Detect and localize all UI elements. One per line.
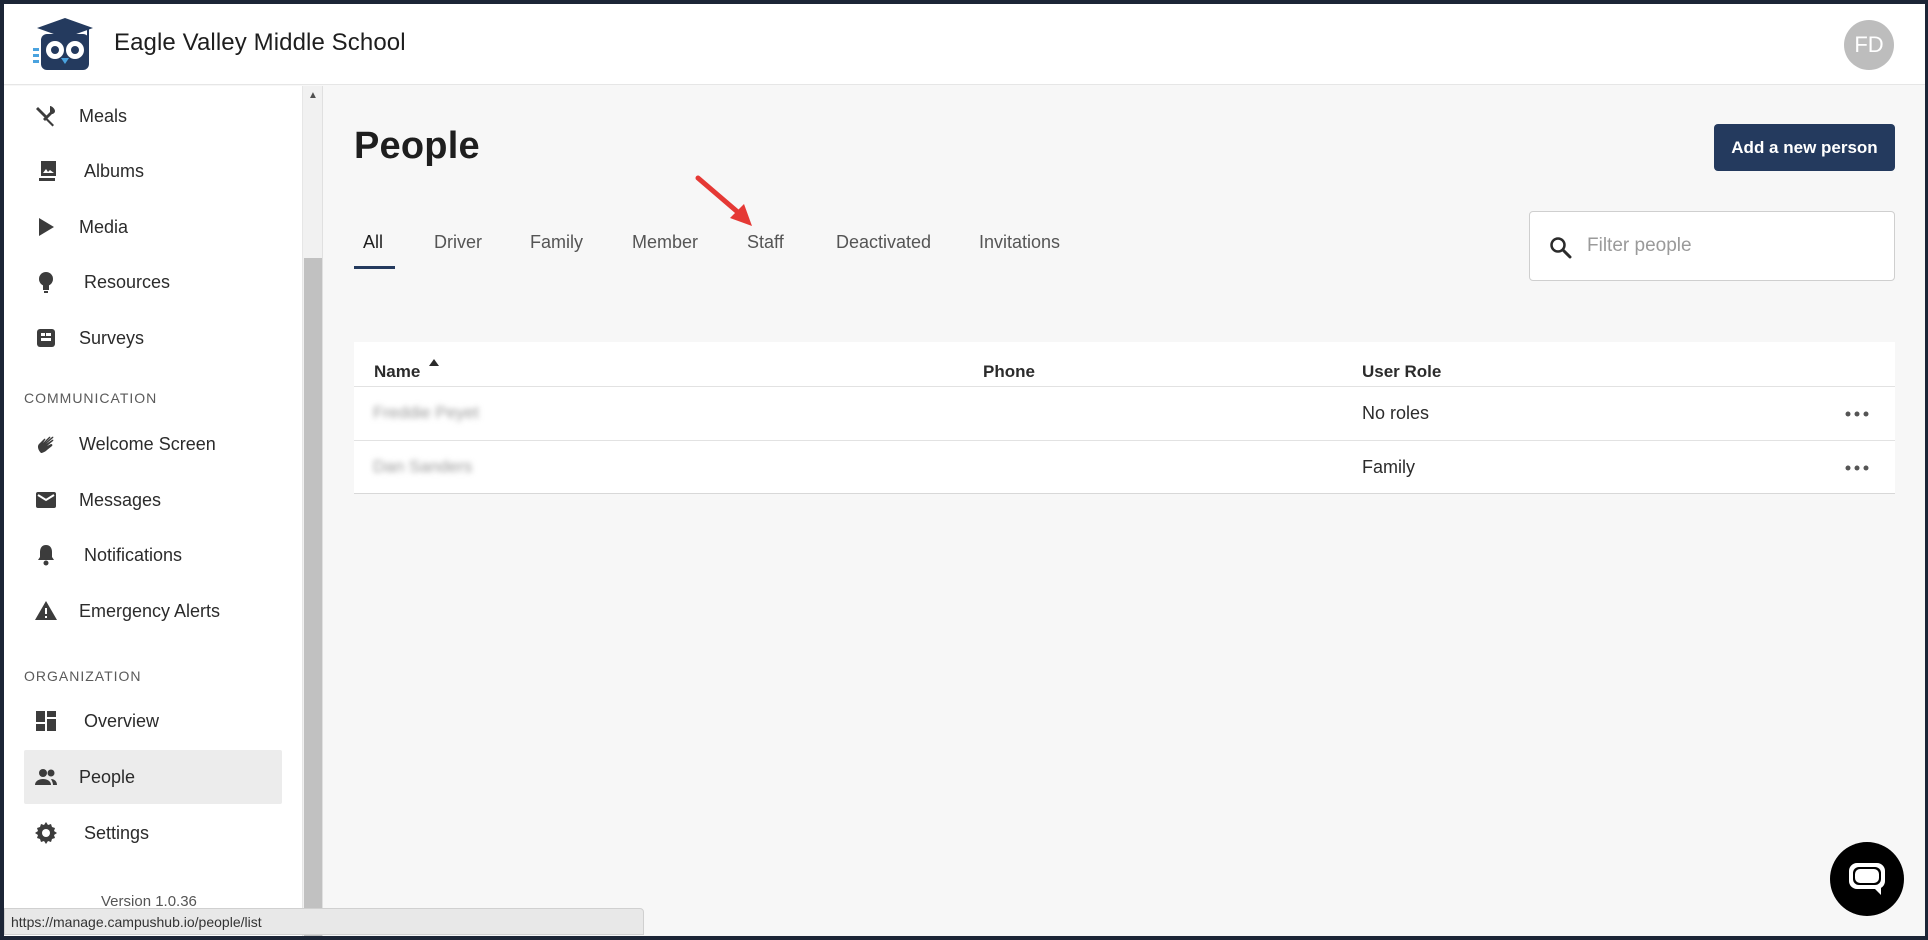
play-icon [34, 215, 58, 239]
sidebar-item-label: Messages [79, 489, 162, 510]
tab-member[interactable]: Member [632, 232, 698, 272]
gear-icon [34, 821, 58, 845]
more-horizontal-icon [1845, 465, 1869, 471]
scroll-up-arrow-icon[interactable]: ▲ [307, 90, 319, 102]
user-avatar[interactable]: FD [1844, 20, 1894, 70]
active-tab-indicator [354, 266, 395, 269]
status-bar-url: https://manage.campushub.io/people/list [4, 908, 644, 935]
sidebar-item-label: Surveys [79, 327, 145, 348]
tab-staff[interactable]: Staff [747, 232, 784, 272]
tab-invitations[interactable]: Invitations [979, 232, 1060, 272]
sidebar-item-welcome-screen[interactable]: Welcome Screen [24, 417, 282, 471]
warning-icon [34, 599, 58, 623]
more-options-button[interactable] [1839, 399, 1875, 429]
people-icon [34, 765, 58, 789]
school-name: Eagle Valley Middle School [114, 29, 406, 56]
sidebar-item-label: Meals [79, 105, 128, 126]
person-role: Family [1362, 457, 1415, 477]
sidebar-item-label: Resources [84, 271, 171, 292]
waving-hand-icon [34, 432, 58, 456]
sidebar-item-label: Media [79, 216, 129, 237]
sidebar-item-settings[interactable]: Settings [24, 806, 282, 860]
column-header-name[interactable]: Name [374, 362, 420, 382]
sidebar-item-notifications[interactable]: Notifications [24, 528, 282, 582]
column-header-user-role[interactable]: User Role [1362, 362, 1441, 382]
sidebar-scroll-thumb[interactable] [304, 258, 322, 940]
sidebar-item-meals[interactable]: Meals [24, 89, 282, 143]
section-label-communication: COMMUNICATION [24, 390, 158, 406]
column-header-phone[interactable]: Phone [983, 362, 1035, 382]
sidebar-item-label: Welcome Screen [79, 433, 216, 454]
sidebar-item-label: Albums [84, 160, 145, 181]
lightbulb-icon [34, 270, 58, 294]
sidebar-item-overview[interactable]: Overview [24, 694, 282, 748]
top-header: Eagle Valley Middle School FD [0, 0, 1928, 85]
dashboard-icon [34, 709, 58, 733]
sidebar-item-emergency-alerts[interactable]: Emergency Alerts [24, 584, 282, 638]
sidebar-item-messages[interactable]: Messages [24, 473, 282, 527]
person-name[interactable]: Freddie Peyet [373, 403, 479, 423]
sidebar-item-label: People [79, 766, 136, 787]
table-row[interactable]: Freddie Peyet No roles [354, 386, 1895, 440]
sidebar-item-label: Emergency Alerts [79, 600, 221, 621]
people-table: Name Phone User Role Freddie Peyet No ro… [354, 342, 1895, 494]
filter-people-search [1529, 211, 1895, 281]
annotation-arrow [695, 175, 752, 226]
more-options-button[interactable] [1839, 453, 1875, 483]
survey-icon [34, 326, 58, 350]
sidebar-item-label: Overview [84, 710, 160, 731]
column-header-label: Name [374, 362, 421, 381]
school-logo-icon[interactable] [31, 18, 95, 72]
bell-icon [34, 543, 58, 567]
table-row[interactable]: Dan Sanders Family [354, 440, 1895, 494]
more-horizontal-icon [1845, 411, 1869, 417]
envelope-icon [34, 488, 58, 512]
tab-driver[interactable]: Driver [434, 232, 482, 272]
section-label-organization: ORGANIZATION [24, 668, 142, 684]
fork-knife-icon [34, 104, 58, 128]
search-input[interactable] [1587, 228, 1877, 264]
search-icon [1548, 235, 1572, 259]
page-title: People [354, 125, 480, 167]
sidebar-item-albums[interactable]: Albums [24, 144, 282, 198]
chat-support-button[interactable] [1830, 842, 1904, 916]
photo-library-icon [34, 159, 58, 183]
sidebar-item-label: Notifications [84, 544, 183, 565]
sidebar-item-label: Settings [84, 822, 150, 843]
sidebar-item-resources[interactable]: Resources [24, 255, 282, 309]
sidebar: Meals Albums Media Resources Surveys COM… [0, 86, 303, 940]
sidebar-item-people[interactable]: People [24, 750, 282, 804]
sidebar-item-media[interactable]: Media [24, 200, 282, 254]
tab-deactivated[interactable]: Deactivated [836, 232, 931, 272]
sort-ascending-icon[interactable] [428, 358, 440, 368]
person-role: No roles [1362, 403, 1430, 423]
chat-bubble-icon [1849, 863, 1885, 895]
sidebar-item-surveys[interactable]: Surveys [24, 311, 282, 365]
person-name[interactable]: Dan Sanders [373, 457, 472, 477]
add-person-button[interactable]: Add a new person [1714, 124, 1895, 171]
tab-family[interactable]: Family [530, 232, 583, 272]
